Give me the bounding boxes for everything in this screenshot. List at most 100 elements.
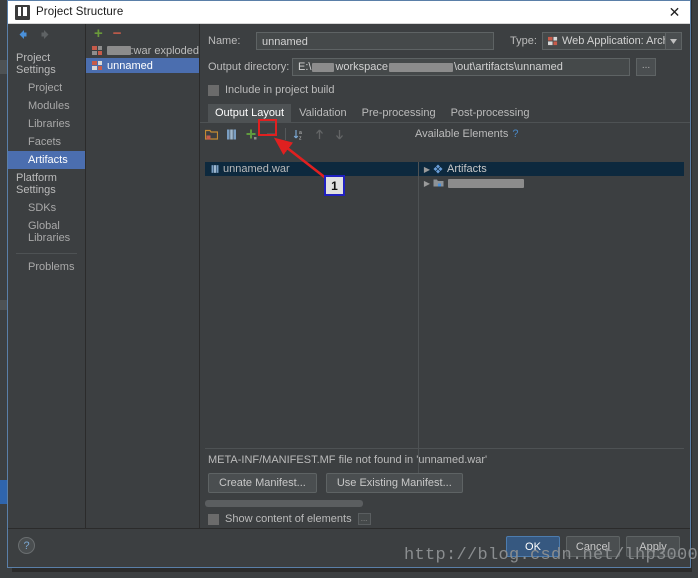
artifact-detail-panel: Name: unnamed Type: Web Application: Arc… <box>200 24 690 529</box>
sidebar-item-modules[interactable]: Modules <box>8 97 85 115</box>
add-artifact-button[interactable]: + <box>94 26 103 41</box>
redacted-artifact-name <box>107 46 131 55</box>
artifact-type-icon <box>548 36 558 46</box>
sidebar-item-project[interactable]: Project <box>8 79 85 97</box>
tab-pre-processing[interactable]: Pre-processing <box>355 104 443 122</box>
artifact-type-select[interactable]: Web Application: Archive <box>542 32 682 50</box>
artifact-list-toolbar: + − <box>86 24 199 43</box>
tab-post-processing[interactable]: Post-processing <box>444 104 537 122</box>
add-element-icon[interactable] <box>245 128 258 141</box>
help-icon[interactable]: ? <box>18 537 35 554</box>
output-directory-prefix: E:\ <box>298 61 312 73</box>
expand-toggle-icon[interactable]: ▶ <box>421 179 433 188</box>
apply-button[interactable]: Apply <box>626 536 680 557</box>
use-existing-manifest-button[interactable]: Use Existing Manifest... <box>325 473 463 493</box>
footer-buttons: OK Cancel Apply <box>506 536 680 557</box>
screenshot-root: Project Structure ✕ Project Settings Pro… <box>0 0 698 578</box>
list-item[interactable]: :war exploded <box>86 43 199 58</box>
dialog-title: Project Structure <box>36 6 124 18</box>
output-layout-toolbar: a z Available Elements? <box>200 125 690 143</box>
sidebar-item-artifacts[interactable]: Artifacts <box>8 151 85 169</box>
remove-element-icon <box>265 128 278 141</box>
output-directory-label: Output directory: <box>208 61 290 73</box>
sidebar-item-sdks[interactable]: SDKs <box>8 199 85 217</box>
project-structure-dialog: Project Structure ✕ Project Settings Pro… <box>7 0 691 568</box>
artifact-icon <box>92 60 103 71</box>
add-directory-icon[interactable] <box>204 128 219 141</box>
add-archive-icon[interactable] <box>225 128 238 141</box>
type-label: Type: <box>510 35 537 47</box>
show-content-label: Show content of elements <box>225 513 352 525</box>
manifest-message: META-INF/MANIFEST.MF file not found in '… <box>208 454 488 466</box>
redacted-path-part <box>312 62 335 72</box>
archive-icon <box>210 164 220 174</box>
sidebar-item-facets[interactable]: Facets <box>8 133 85 151</box>
sidebar-item-libraries[interactable]: Libraries <box>8 115 85 133</box>
manifest-section: META-INF/MANIFEST.MF file not found in '… <box>205 448 684 493</box>
horizontal-scrollbar[interactable] <box>205 500 684 507</box>
show-content-checkbox[interactable] <box>208 513 219 525</box>
settings-list: Project Settings Project Modules Librari… <box>8 45 85 276</box>
list-item-label: :war exploded <box>130 44 200 57</box>
remove-artifact-button[interactable]: − <box>113 26 122 41</box>
output-directory-mid: workspace <box>335 61 389 73</box>
include-in-build-label: Include in project build <box>225 84 335 96</box>
include-in-build-row: Include in project build <box>200 84 690 96</box>
close-icon[interactable]: ✕ <box>667 5 682 20</box>
navigation-arrows <box>8 24 85 45</box>
sidebar-item-problems[interactable]: Problems <box>8 258 85 276</box>
move-down-icon <box>333 128 346 141</box>
detail-tabs: Output Layout Validation Pre-processing … <box>200 104 690 123</box>
redacted-path-part <box>389 62 454 72</box>
ok-button[interactable]: OK <box>506 536 560 557</box>
move-up-icon <box>313 128 326 141</box>
name-type-row: Name: unnamed Type: Web Application: Arc <box>200 30 690 52</box>
name-input[interactable]: unnamed <box>256 32 494 50</box>
background-ide-bottom-edge <box>0 572 698 578</box>
expand-toggle-icon[interactable]: ▶ <box>421 165 433 174</box>
horizontal-scrollbar-thumb[interactable] <box>205 500 363 507</box>
tree-row[interactable]: ▶ <box>419 176 684 190</box>
layout-panes: unnamed.war ▶ Artifacts ▶ <box>205 162 684 473</box>
output-directory-input[interactable]: E:\ workspace \out\artifacts\unnamed <box>292 58 630 76</box>
dialog-body: Project Settings Project Modules Librari… <box>8 24 690 529</box>
sidebar-divider <box>16 253 77 254</box>
back-arrow-icon[interactable] <box>16 28 29 41</box>
output-directory-row: Output directory: E:\ workspace \out\artif… <box>200 56 690 78</box>
artifact-icon <box>92 45 103 56</box>
tree-row[interactable]: ▶ Artifacts <box>419 162 684 176</box>
show-content-row: Show content of elements ... <box>208 513 371 525</box>
settings-group-project: Project Settings <box>16 52 56 76</box>
redacted-module-name <box>448 178 524 188</box>
available-elements-tree: ▶ Artifacts ▶ <box>418 162 684 473</box>
sidebar-item-global-libraries[interactable]: Global Libraries <box>8 217 85 247</box>
forward-arrow-icon <box>39 28 52 41</box>
tree-row-label: unnamed.war <box>223 163 290 175</box>
intellij-idea-icon <box>15 4 30 20</box>
output-directory-suffix: \out\artifacts\unnamed <box>454 61 563 73</box>
name-label: Name: <box>208 35 241 47</box>
create-manifest-button[interactable]: Create Manifest... <box>208 473 317 493</box>
sort-icon[interactable]: a z <box>293 128 306 141</box>
chevron-down-icon[interactable] <box>665 33 681 49</box>
artifacts-node-icon <box>433 164 443 174</box>
available-elements-label: Available Elements <box>415 128 509 140</box>
available-elements-header: Available Elements? <box>415 128 518 140</box>
dialog-titlebar: Project Structure ✕ <box>8 1 690 24</box>
output-layout-tree: unnamed.war <box>205 162 418 473</box>
tree-row[interactable]: unnamed.war <box>205 162 418 176</box>
browse-output-directory-button[interactable]: ... <box>636 58 656 76</box>
show-content-options-button[interactable]: ... <box>357 513 371 525</box>
tab-output-layout[interactable]: Output Layout <box>208 104 292 122</box>
list-item[interactable]: unnamed <box>86 58 199 73</box>
svg-text:z: z <box>299 135 302 141</box>
cancel-button[interactable]: Cancel <box>566 536 620 557</box>
dialog-footer: ? OK Cancel Apply <box>8 528 690 567</box>
background-ide-right-edge <box>692 0 698 578</box>
tab-validation[interactable]: Validation <box>292 104 354 122</box>
available-elements-help-icon[interactable]: ? <box>512 128 518 140</box>
toolbar-divider <box>285 128 286 140</box>
tree-row-label: Artifacts <box>447 163 487 175</box>
list-item-label: unnamed <box>107 59 153 72</box>
include-in-build-checkbox[interactable] <box>208 84 219 96</box>
